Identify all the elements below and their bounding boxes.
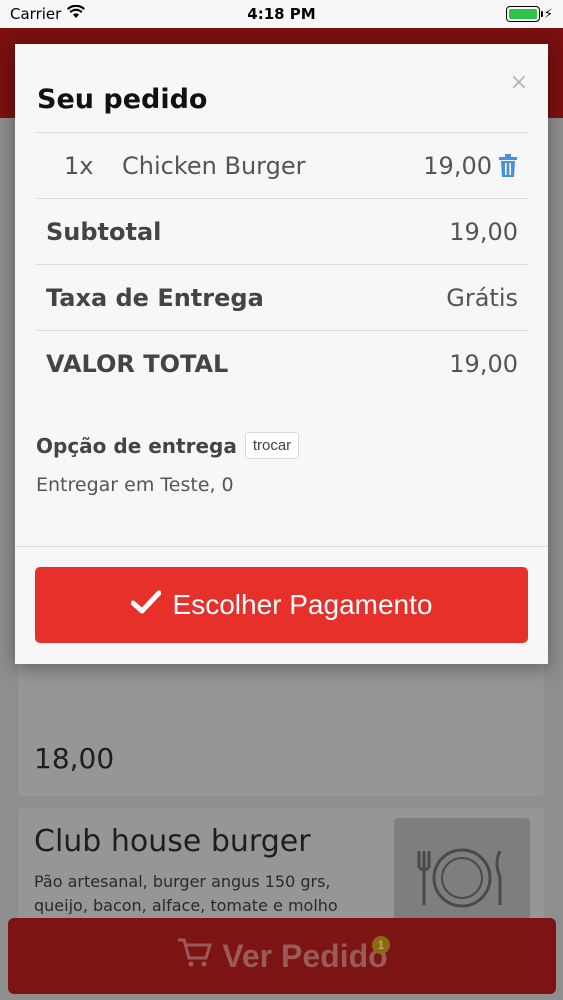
- modal-divider: [15, 546, 548, 547]
- order-summary-table: 1x Chicken Burger 19,00 Subtotal 19,00 T…: [36, 132, 528, 396]
- menu-card-description: Pão artesanal, burger angus 150 grs, que…: [34, 872, 338, 914]
- item-price: 19,00: [423, 151, 492, 180]
- delivery-option-label: Opção de entrega: [36, 433, 237, 458]
- wifi-icon: [67, 4, 86, 23]
- item-quantity: 1x: [64, 151, 94, 180]
- modal-title: Seu pedido: [37, 84, 208, 115]
- choose-payment-button[interactable]: Escolher Pagamento: [35, 567, 528, 643]
- cart-icon: [176, 936, 213, 976]
- view-order-button[interactable]: Ver Pedido 1: [8, 918, 556, 994]
- delivery-fee-label: Taxa de Entrega: [46, 283, 264, 312]
- checkmark-icon: [130, 589, 162, 621]
- battery-icon: [505, 6, 543, 22]
- subtotal-row: Subtotal 19,00: [36, 198, 528, 264]
- menu-card[interactable]: 18,00: [18, 658, 544, 796]
- choose-payment-label: Escolher Pagamento: [172, 589, 433, 620]
- change-delivery-button[interactable]: trocar: [244, 432, 300, 459]
- order-modal: Seu pedido × 1x Chicken Burger 19,00 Sub…: [15, 44, 548, 664]
- menu-card-title: Club house burger: [34, 824, 311, 859]
- close-button[interactable]: ×: [510, 70, 528, 95]
- total-value: 19,00: [449, 349, 518, 378]
- delivery-option: Opção de entrega trocar: [36, 432, 300, 459]
- delivery-fee-row: Taxa de Entrega Grátis: [36, 264, 528, 330]
- charging-icon: ⚡: [543, 6, 553, 22]
- status-right: ⚡: [505, 6, 553, 22]
- view-order-label: Ver Pedido: [222, 937, 388, 974]
- delivery-address: Entregar em Teste, 0: [36, 474, 234, 496]
- total-row: VALOR TOTAL 19,00: [36, 330, 528, 396]
- status-left: Carrier: [10, 4, 86, 23]
- cart-count-badge: 1: [372, 936, 390, 954]
- item-name: Chicken Burger: [122, 151, 306, 180]
- total-label: VALOR TOTAL: [46, 349, 229, 378]
- subtotal-value: 19,00: [449, 217, 518, 246]
- status-bar: Carrier 4:18 PM ⚡: [0, 0, 563, 28]
- delivery-fee-value: Grátis: [446, 283, 518, 312]
- menu-card-price: 18,00: [34, 742, 115, 775]
- trash-icon[interactable]: [498, 153, 518, 178]
- subtotal-label: Subtotal: [46, 217, 162, 246]
- carrier-label: Carrier: [10, 5, 62, 23]
- order-item-row: 1x Chicken Burger 19,00: [36, 132, 528, 198]
